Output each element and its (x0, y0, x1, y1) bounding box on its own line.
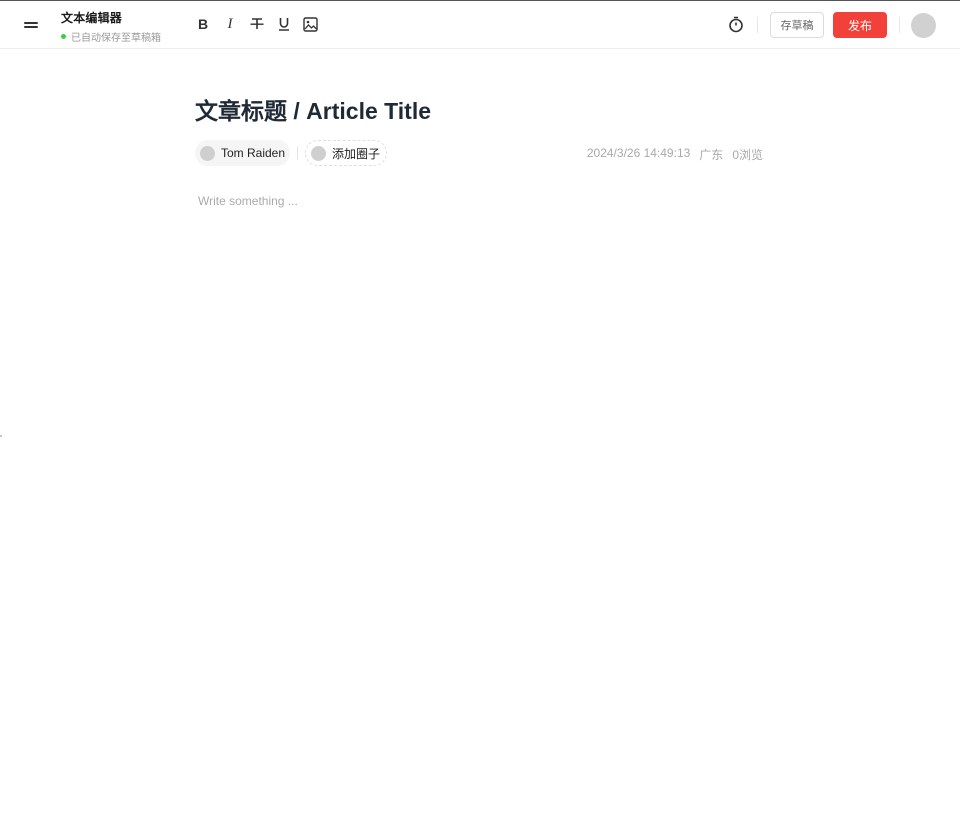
edge-marker (0, 435, 2, 437)
article-meta: 2024/3/26 14:49:13 广东 0浏览 (587, 146, 763, 163)
app-title: 文本编辑器 (61, 11, 123, 25)
circle-avatar (311, 145, 326, 161)
strikethrough-button[interactable] (246, 13, 268, 35)
italic-button[interactable]: I (219, 13, 241, 35)
divider (757, 17, 758, 33)
bold-button[interactable]: B (192, 13, 214, 35)
underline-icon (279, 18, 289, 31)
view-count: 0浏览 (732, 148, 763, 162)
autosave-status-text: 已自动保存至草稿箱 (71, 33, 161, 44)
location: 广东 (699, 148, 724, 162)
author-avatar (200, 145, 215, 161)
author-chip[interactable]: Tom Raiden (195, 140, 290, 166)
publish-button[interactable]: 发布 (833, 12, 887, 38)
status-dot-icon (61, 34, 66, 39)
timer-icon (729, 16, 743, 33)
schedule-timer-button[interactable] (725, 13, 747, 35)
bold-icon: B (197, 16, 209, 32)
author-name: Tom Raiden (221, 146, 286, 160)
divider (899, 17, 900, 33)
insert-image-button[interactable] (299, 13, 321, 35)
menu-icon[interactable] (20, 13, 42, 35)
underline-button[interactable] (273, 13, 295, 35)
article-title[interactable]: 文章标题 / Article Title (195, 92, 431, 126)
user-avatar[interactable] (911, 13, 936, 38)
divider (297, 146, 298, 160)
content-editor[interactable]: Write something ... (198, 194, 764, 754)
strikethrough-icon (250, 18, 264, 29)
autosave-status: 已自动保存至草稿箱 (61, 29, 161, 44)
image-icon (302, 16, 318, 32)
publish-datetime: 2024/3/26 14:49:13 (586, 146, 691, 160)
add-circle-button[interactable]: 添加圈子 (305, 140, 387, 166)
save-draft-button[interactable]: 存草稿 (770, 12, 824, 38)
add-circle-label: 添加圈子 (332, 146, 381, 161)
italic-icon: I (227, 15, 233, 32)
top-toolbar: 文本编辑器 已自动保存至草稿箱 B I 存草稿 发布 (0, 1, 960, 49)
